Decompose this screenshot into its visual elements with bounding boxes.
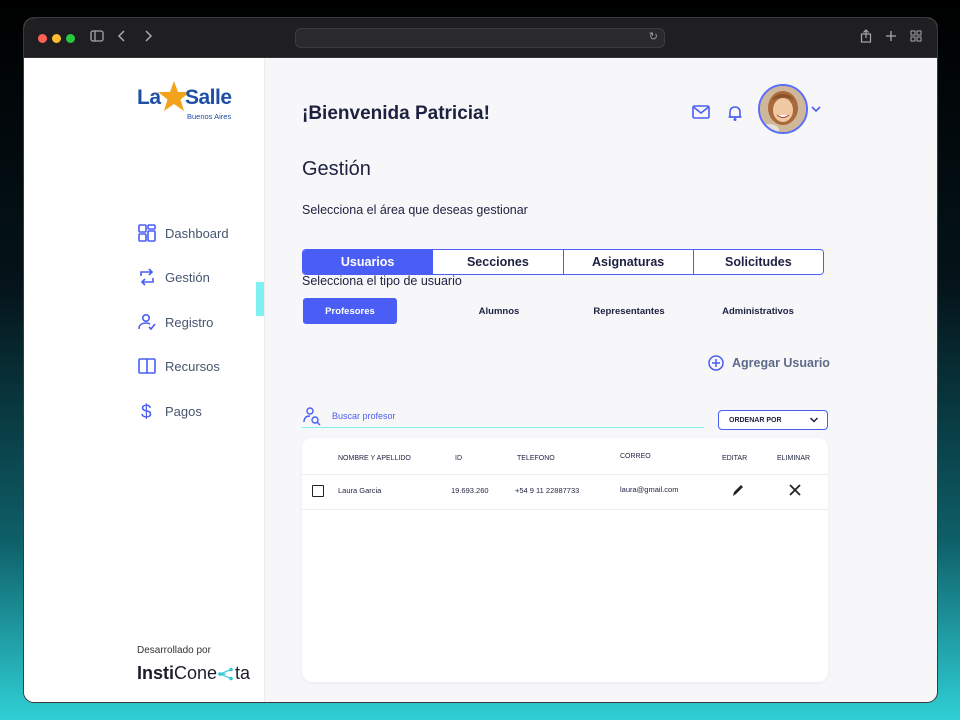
order-by-dropdown[interactable]: ORDENAR POR xyxy=(718,410,828,430)
column-header-delete: ELIMINAR xyxy=(777,455,811,462)
logo-subtitle: Buenos Aires xyxy=(187,112,232,121)
add-circle-icon xyxy=(708,355,724,371)
sidebar-item-label: Recursos xyxy=(165,358,220,374)
column-header-edit: EDITAR xyxy=(722,455,748,462)
brand-bold-text: Insti xyxy=(137,663,175,683)
minimize-window-button[interactable] xyxy=(52,34,61,43)
tab-asignaturas[interactable]: Asignaturas xyxy=(563,250,694,274)
add-user-button[interactable]: Agregar Usuario xyxy=(708,352,830,374)
svg-text:$: $ xyxy=(141,402,152,421)
page-title: Gestión xyxy=(302,158,371,180)
area-prompt: Selecciona el área que deseas gestionar xyxy=(302,203,528,217)
search-bar xyxy=(302,404,704,428)
share-icon[interactable] xyxy=(860,28,872,48)
user-type-administrativos[interactable]: Administrativos xyxy=(710,298,806,324)
close-window-button[interactable] xyxy=(38,34,47,43)
tab-solicitudes[interactable]: Solicitudes xyxy=(693,250,823,274)
main-content: ¡Bienvenida Patricia! Gestión Selecciona… xyxy=(266,58,937,702)
user-type-prompt: Selecciona el tipo de usuario xyxy=(302,274,462,288)
back-icon[interactable] xyxy=(117,28,127,48)
new-tab-icon[interactable] xyxy=(885,28,897,48)
tab-usuarios[interactable]: Usuarios xyxy=(303,250,434,274)
dashboard-icon xyxy=(138,224,156,242)
row-divider xyxy=(302,509,828,510)
cell-id: 19.693.260 xyxy=(451,486,489,495)
user-type-alumnos[interactable]: Alumnos xyxy=(459,298,539,324)
header-divider xyxy=(302,474,828,475)
users-table: NOMBRE Y APELLIDO ID TELEFONO CORREO EDI… xyxy=(302,438,828,682)
cell-phone: +54 9 11 22887733 xyxy=(515,486,580,495)
column-header-name: NOMBRE Y APELLIDO xyxy=(338,455,411,462)
user-type-profesores[interactable]: Profesores xyxy=(303,298,397,324)
forward-icon[interactable] xyxy=(143,28,153,48)
order-by-label: ORDENAR POR xyxy=(729,416,782,424)
column-header-id: ID xyxy=(455,455,462,462)
area-tabs: Usuarios Secciones Asignaturas Solicitud… xyxy=(302,249,824,275)
sidebar-item-label: Dashboard xyxy=(165,225,229,241)
sidebar-item-label: Registro xyxy=(165,314,214,330)
mail-icon[interactable] xyxy=(692,104,710,125)
bell-icon[interactable] xyxy=(727,104,743,127)
add-user-label: Agregar Usuario xyxy=(732,356,830,370)
address-bar[interactable]: ↻ xyxy=(295,28,665,48)
refresh-icon xyxy=(140,268,154,286)
delete-icon[interactable] xyxy=(788,482,802,503)
user-search-icon xyxy=(303,406,321,425)
brand-tail-text: ta xyxy=(235,663,251,683)
browser-toolbar: ↻ xyxy=(24,18,937,58)
sidebar-item-label: Gestión xyxy=(165,269,210,285)
reload-icon[interactable]: ↻ xyxy=(649,30,658,43)
search-input[interactable] xyxy=(332,410,632,421)
column-header-email: CORREO xyxy=(620,453,651,460)
sidebar-item-registro[interactable]: Registro xyxy=(137,310,213,334)
browser-window: ↻ La Salle Buenos Aires Dashboard Gestió… xyxy=(24,18,937,702)
insticonecta-logo: Insti Cone ta xyxy=(137,663,250,684)
welcome-title: ¡Bienvenida Patricia! xyxy=(302,103,490,124)
sidebar-toggle-icon[interactable] xyxy=(90,28,104,48)
cell-name: Laura Garcia xyxy=(338,486,382,495)
sidebar-item-label: Pagos xyxy=(165,403,202,419)
chevron-down-icon[interactable] xyxy=(810,101,822,119)
row-checkbox[interactable] xyxy=(312,485,324,497)
edit-icon[interactable] xyxy=(731,482,745,503)
brand-regular-text: Cone xyxy=(174,663,218,683)
logo-salle-text: Salle xyxy=(185,86,232,109)
chevron-down-icon xyxy=(809,417,819,423)
avatar[interactable] xyxy=(758,84,808,134)
tab-secciones[interactable]: Secciones xyxy=(433,250,564,274)
column-header-phone: TELEFONO xyxy=(517,455,555,462)
developed-by-label: Desarrollado por xyxy=(137,645,211,656)
cell-email: laura@gmail.com xyxy=(620,485,679,494)
sidebar-item-gestion[interactable]: Gestión xyxy=(137,265,210,289)
sidebar: La Salle Buenos Aires Dashboard Gestión … xyxy=(24,58,265,702)
sidebar-item-dashboard[interactable]: Dashboard xyxy=(137,221,229,245)
book-icon xyxy=(138,358,156,374)
active-nav-indicator xyxy=(256,282,264,316)
sidebar-item-recursos[interactable]: Recursos xyxy=(137,354,220,378)
dollar-icon: $ xyxy=(141,402,152,421)
sidebar-item-pagos[interactable]: $ Pagos xyxy=(137,399,202,423)
connect-nodes-icon xyxy=(218,667,233,680)
la-salle-logo[interactable]: La Salle Buenos Aires xyxy=(137,70,247,121)
user-check-icon xyxy=(138,313,156,331)
tab-overview-icon[interactable] xyxy=(910,28,922,48)
maximize-window-button[interactable] xyxy=(66,34,75,43)
user-type-representantes[interactable]: Representantes xyxy=(584,298,674,324)
